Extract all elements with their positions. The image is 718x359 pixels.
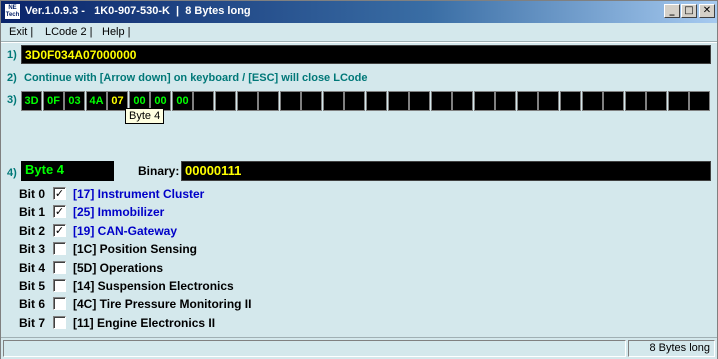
byte-cell[interactable] bbox=[388, 91, 409, 111]
bit-checkbox[interactable]: ✓ bbox=[53, 223, 66, 237]
byte-cell[interactable] bbox=[258, 91, 279, 111]
binary-label: Binary: bbox=[138, 164, 180, 178]
step-4-label: 4) bbox=[7, 167, 17, 179]
bit-label: Bit 6 bbox=[19, 297, 46, 312]
binary-value-field: 00000111 bbox=[181, 161, 711, 181]
byte-cell[interactable] bbox=[582, 91, 603, 111]
bit-label: Bit 3 bbox=[19, 242, 46, 257]
menu-exit[interactable]: Exit | bbox=[9, 26, 33, 38]
byte-cell[interactable] bbox=[603, 91, 624, 111]
maximize-button[interactable]: □ bbox=[681, 4, 697, 18]
step-2-label: 2) bbox=[7, 72, 17, 84]
bit-description: [11] Engine Electronics II bbox=[73, 315, 216, 330]
bit-checkbox[interactable] bbox=[53, 315, 66, 329]
byte-cell[interactable] bbox=[237, 91, 258, 111]
bit-description: [14] Suspension Electronics bbox=[73, 279, 234, 293]
byte-cell[interactable] bbox=[301, 91, 322, 111]
app-icon[interactable]: NE Tech bbox=[4, 3, 21, 20]
byte-cell[interactable] bbox=[668, 91, 689, 111]
status-panel-left bbox=[3, 340, 626, 357]
byte-cell[interactable] bbox=[625, 91, 646, 111]
bit-description: [17] Instrument Cluster bbox=[73, 187, 205, 201]
status-panel-right: 8 Bytes long bbox=[628, 340, 715, 357]
bit-description: [1C] Position Sensing bbox=[73, 242, 198, 257]
close-button[interactable]: ✕ bbox=[699, 4, 715, 18]
bit-label: Bit 2 bbox=[19, 223, 46, 238]
byte-cell[interactable]: 4A bbox=[86, 91, 107, 111]
byte-cell[interactable] bbox=[517, 91, 538, 111]
bit-label: Bit 5 bbox=[19, 279, 46, 293]
byte-cell[interactable] bbox=[538, 91, 559, 111]
byte-cell[interactable] bbox=[215, 91, 236, 111]
bit-label: Bit 1 bbox=[19, 205, 46, 220]
step-1-label: 1) bbox=[7, 49, 17, 61]
coding-value-field[interactable]: 3D0F034A07000000 bbox=[21, 45, 711, 64]
byte-cell[interactable] bbox=[452, 91, 473, 111]
byte-cell[interactable] bbox=[323, 91, 344, 111]
byte-cell[interactable] bbox=[409, 91, 430, 111]
bit-label: Bit 7 bbox=[19, 315, 46, 330]
byte-cell[interactable] bbox=[689, 91, 710, 111]
byte-cell[interactable] bbox=[560, 91, 581, 111]
lcode-window: NE Tech Ver.1.0.9.3 - 1K0-907-530-K | 8 … bbox=[0, 0, 718, 359]
menu-separator bbox=[1, 41, 717, 43]
byte-cell[interactable] bbox=[280, 91, 301, 111]
menu-bar: Exit | LCode 2 | Help | bbox=[1, 23, 717, 41]
minimize-button[interactable]: _ bbox=[664, 4, 680, 18]
byte-tooltip: Byte 4 bbox=[125, 108, 165, 124]
byte-cell[interactable] bbox=[431, 91, 452, 111]
bit-description: [4C] Tire Pressure Monitoring II bbox=[73, 297, 252, 312]
window-title: Ver.1.0.9.3 - 1K0-907-530-K | 8 Bytes lo… bbox=[25, 5, 251, 17]
bit-label: Bit 0 bbox=[19, 187, 46, 201]
instruction-text: Continue with [Arrow down] on keyboard /… bbox=[24, 72, 368, 84]
step-3-label: 3) bbox=[7, 94, 17, 106]
title-bar[interactable]: NE Tech Ver.1.0.9.3 - 1K0-907-530-K | 8 … bbox=[1, 1, 717, 23]
bit-description: [5D] Operations bbox=[73, 260, 164, 275]
bit-checkbox[interactable]: ✓ bbox=[53, 205, 66, 219]
byte-cell[interactable] bbox=[495, 91, 516, 111]
selected-byte-name: Byte 4 bbox=[21, 161, 114, 181]
bit-checkbox[interactable] bbox=[53, 242, 66, 256]
bit-checkbox[interactable] bbox=[53, 260, 66, 274]
bit-checkbox[interactable] bbox=[53, 297, 66, 311]
byte-cell[interactable]: 0F bbox=[43, 91, 64, 111]
byte-cell[interactable] bbox=[474, 91, 495, 111]
byte-cell[interactable] bbox=[366, 91, 387, 111]
byte-cell[interactable] bbox=[646, 91, 667, 111]
bit-checkbox[interactable] bbox=[53, 279, 66, 292]
bit-description: [19] CAN-Gateway bbox=[73, 223, 178, 238]
bit-description: [25] Immobilizer bbox=[73, 205, 165, 220]
byte-cell[interactable]: 03 bbox=[64, 91, 85, 111]
menu-help[interactable]: Help | bbox=[102, 26, 131, 38]
byte-cell[interactable]: 00 bbox=[172, 91, 193, 111]
byte-cell[interactable] bbox=[193, 91, 214, 111]
menu-lcode2[interactable]: LCode 2 | bbox=[45, 26, 93, 38]
status-bar: 8 Bytes long bbox=[1, 337, 717, 359]
byte-cell[interactable] bbox=[344, 91, 365, 111]
bit-label: Bit 4 bbox=[19, 260, 46, 275]
bit-checkbox[interactable]: ✓ bbox=[53, 187, 66, 200]
byte-cell[interactable]: 3D bbox=[21, 91, 42, 111]
